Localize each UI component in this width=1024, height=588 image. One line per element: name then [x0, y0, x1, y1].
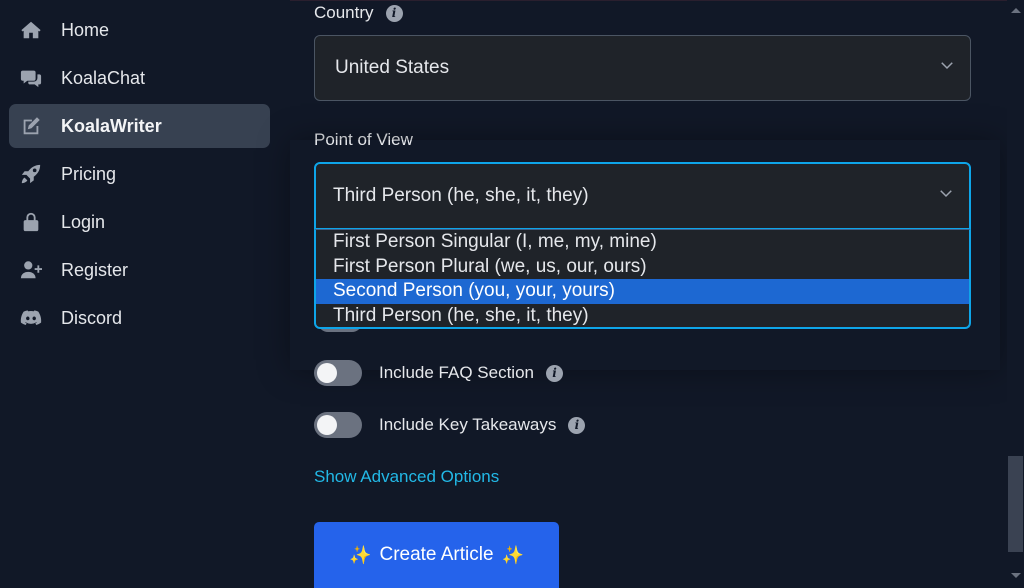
- point-of-view-select-value: Third Person (he, she, it, they): [333, 185, 589, 206]
- point-of-view-label-text: Point of View: [314, 130, 413, 149]
- sidebar: Home KoalaChat KoalaWriter Pricing Login…: [0, 0, 290, 588]
- rocket-icon: [19, 162, 43, 186]
- country-label: Country i: [314, 3, 403, 23]
- sidebar-item-label: KoalaWriter: [61, 115, 162, 136]
- key-takeaways-toggle-row: Include Key Takeaways i: [314, 412, 586, 438]
- faq-toggle[interactable]: [314, 360, 362, 386]
- sidebar-item-label: Pricing: [61, 163, 117, 184]
- scroll-up-arrow-icon[interactable]: [1011, 8, 1021, 13]
- dropdown-option[interactable]: Third Person (he, she, it, they): [316, 304, 969, 328]
- discord-icon: [19, 306, 43, 330]
- country-select-value: United States: [335, 57, 450, 78]
- point-of-view-select[interactable]: Third Person (he, she, it, they): [314, 162, 971, 230]
- sparkles-icon: ✨: [349, 544, 372, 565]
- sidebar-item-label: KoalaChat: [61, 67, 146, 88]
- create-article-label: Create Article: [379, 544, 494, 565]
- show-advanced-options-link[interactable]: Show Advanced Options: [314, 467, 499, 487]
- faq-toggle-row: Include FAQ Section i: [314, 360, 563, 386]
- sidebar-item-label: Login: [61, 211, 106, 232]
- sidebar-item-koalawriter[interactable]: KoalaWriter: [9, 104, 270, 148]
- point-of-view-dropdown: First Person Singular (I, me, my, mine) …: [314, 229, 971, 329]
- dropdown-option[interactable]: First Person Singular (I, me, my, mine): [316, 230, 969, 255]
- sidebar-item-label: Home: [61, 19, 110, 40]
- scrollbar-thumb[interactable]: [1008, 456, 1023, 552]
- chat-icon: [19, 66, 43, 90]
- sidebar-item-koalachat[interactable]: KoalaChat: [9, 56, 270, 100]
- faq-toggle-label: Include FAQ Section: [379, 363, 534, 382]
- sidebar-item-discord[interactable]: Discord: [9, 296, 270, 340]
- sidebar-item-home[interactable]: Home: [9, 8, 270, 52]
- country-select[interactable]: United States: [314, 35, 971, 101]
- country-label-text: Country: [314, 3, 374, 22]
- sparkles-icon: ✨: [501, 544, 524, 565]
- info-icon[interactable]: i: [385, 4, 403, 22]
- home-icon: [19, 18, 43, 42]
- lock-icon: [19, 210, 43, 234]
- dropdown-option-highlighted[interactable]: Second Person (you, your, yours): [316, 279, 969, 304]
- scrollbar[interactable]: [1007, 0, 1024, 588]
- point-of-view-label: Point of View: [314, 130, 413, 150]
- sidebar-item-label: Register: [61, 259, 129, 280]
- sidebar-item-login[interactable]: Login: [9, 200, 270, 244]
- dropdown-option[interactable]: First Person Plural (we, us, our, ours): [316, 255, 969, 280]
- info-icon[interactable]: i: [545, 364, 563, 382]
- chevron-down-icon: [937, 184, 955, 208]
- toggle-knob: [317, 415, 337, 435]
- toggle-knob: [317, 363, 337, 383]
- sidebar-item-pricing[interactable]: Pricing: [9, 152, 270, 196]
- chevron-down-icon: [938, 56, 956, 80]
- scroll-down-arrow-icon[interactable]: [1011, 573, 1021, 578]
- key-takeaways-toggle-label: Include Key Takeaways: [379, 415, 557, 434]
- sidebar-item-label: Discord: [61, 307, 123, 328]
- edit-icon: [19, 114, 43, 138]
- key-takeaways-toggle[interactable]: [314, 412, 362, 438]
- sidebar-item-register[interactable]: Register: [9, 248, 270, 292]
- info-icon[interactable]: i: [568, 416, 586, 434]
- create-article-button[interactable]: ✨ Create Article ✨: [314, 522, 559, 588]
- user-plus-icon: [19, 258, 43, 282]
